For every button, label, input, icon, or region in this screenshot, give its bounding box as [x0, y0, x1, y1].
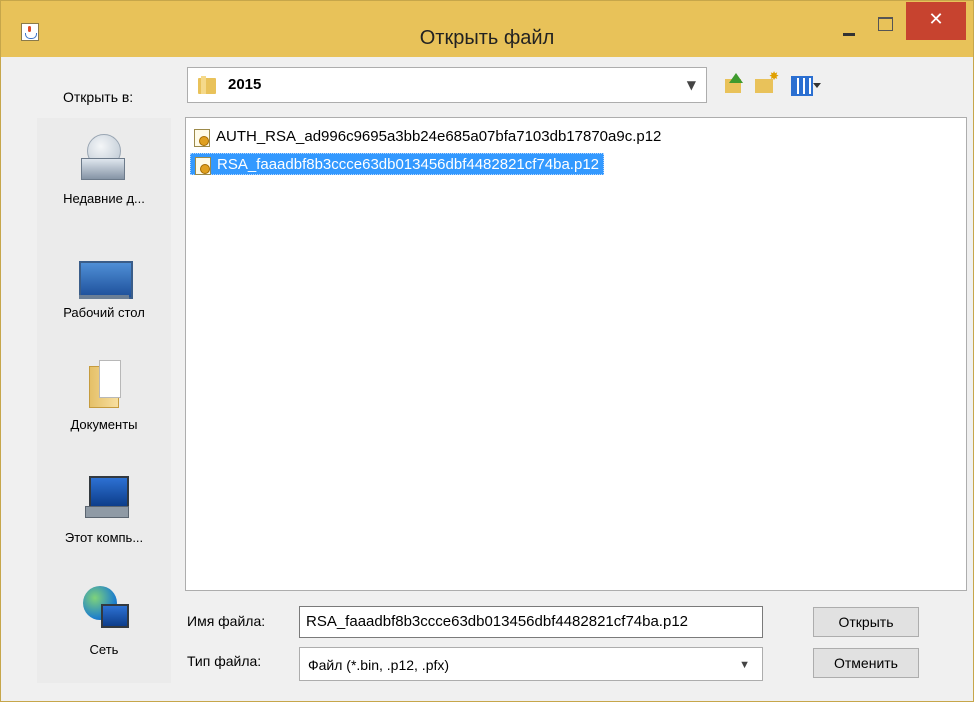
up-folder-icon[interactable]: [723, 73, 745, 95]
certificate-file-icon: [195, 157, 211, 175]
place-network-label: Сеть: [89, 642, 119, 657]
new-folder-icon[interactable]: [755, 69, 779, 95]
place-documents[interactable]: Документы: [37, 344, 171, 444]
file-item[interactable]: AUTH_RSA_ad996c9695a3bb24e685a07bfa7103d…: [190, 126, 665, 148]
documents-icon: [89, 360, 121, 408]
close-icon: ✕: [928, 9, 944, 30]
place-computer[interactable]: Этот компь...: [37, 458, 171, 558]
window-title: Открыть файл: [419, 27, 555, 49]
title-bar[interactable]: Открыть файл ✕: [1, 1, 973, 57]
recent-items-icon: [81, 134, 127, 180]
open-button[interactable]: Открыть: [813, 607, 919, 637]
open-file-dialog: Открыть файл ✕ Открыть в: 2015 ▼ Недавни…: [0, 0, 974, 702]
place-recent-label: Недавние д...: [63, 191, 145, 206]
place-recent[interactable]: Недавние д...: [37, 118, 171, 218]
certificate-file-icon: [194, 129, 210, 147]
file-name: RSA_faaadbf8b3ccce63db013456dbf4482821cf…: [217, 156, 600, 173]
desktop-icon: [79, 261, 133, 299]
computer-icon: [85, 476, 129, 520]
look-in-label: Открыть в:: [63, 89, 134, 105]
file-type-label: Тип файла:: [187, 653, 262, 669]
place-desktop-label: Рабочий стол: [63, 305, 145, 320]
cancel-button[interactable]: Отменить: [813, 648, 919, 678]
look-in-value: 2015: [228, 76, 262, 93]
file-list[interactable]: AUTH_RSA_ad996c9695a3bb24e685a07bfa7103d…: [185, 117, 967, 591]
file-name-input[interactable]: RSA_faaadbf8b3ccce63db013456dbf4482821cf…: [299, 606, 763, 638]
chevron-down-icon: ▼: [739, 659, 750, 671]
look-in-combo[interactable]: 2015 ▼: [187, 67, 707, 103]
places-bar: Недавние д... Рабочий стол Документы Это…: [37, 118, 171, 683]
chevron-down-icon: ▼: [686, 78, 696, 92]
minimize-button[interactable]: [833, 15, 865, 41]
network-icon: [83, 586, 129, 630]
file-type-select[interactable]: Файл (*.bin, .p12, .pfx) ▼: [299, 647, 763, 681]
place-desktop[interactable]: Рабочий стол: [37, 234, 171, 334]
view-menu-icon[interactable]: [791, 73, 823, 96]
file-name: AUTH_RSA_ad996c9695a3bb24e685a07bfa7103d…: [216, 128, 662, 145]
place-computer-label: Этот компь...: [64, 530, 144, 545]
maximize-button[interactable]: [869, 15, 901, 41]
file-type-value: Файл (*.bin, .p12, .pfx): [308, 657, 450, 673]
close-button[interactable]: ✕: [906, 2, 966, 40]
file-name-label: Имя файла:: [187, 613, 266, 629]
place-documents-label: Документы: [70, 417, 138, 432]
file-item-selected[interactable]: RSA_faaadbf8b3ccce63db013456dbf4482821cf…: [190, 153, 605, 175]
folder-icon: [198, 76, 218, 94]
place-network[interactable]: Сеть: [37, 574, 171, 674]
